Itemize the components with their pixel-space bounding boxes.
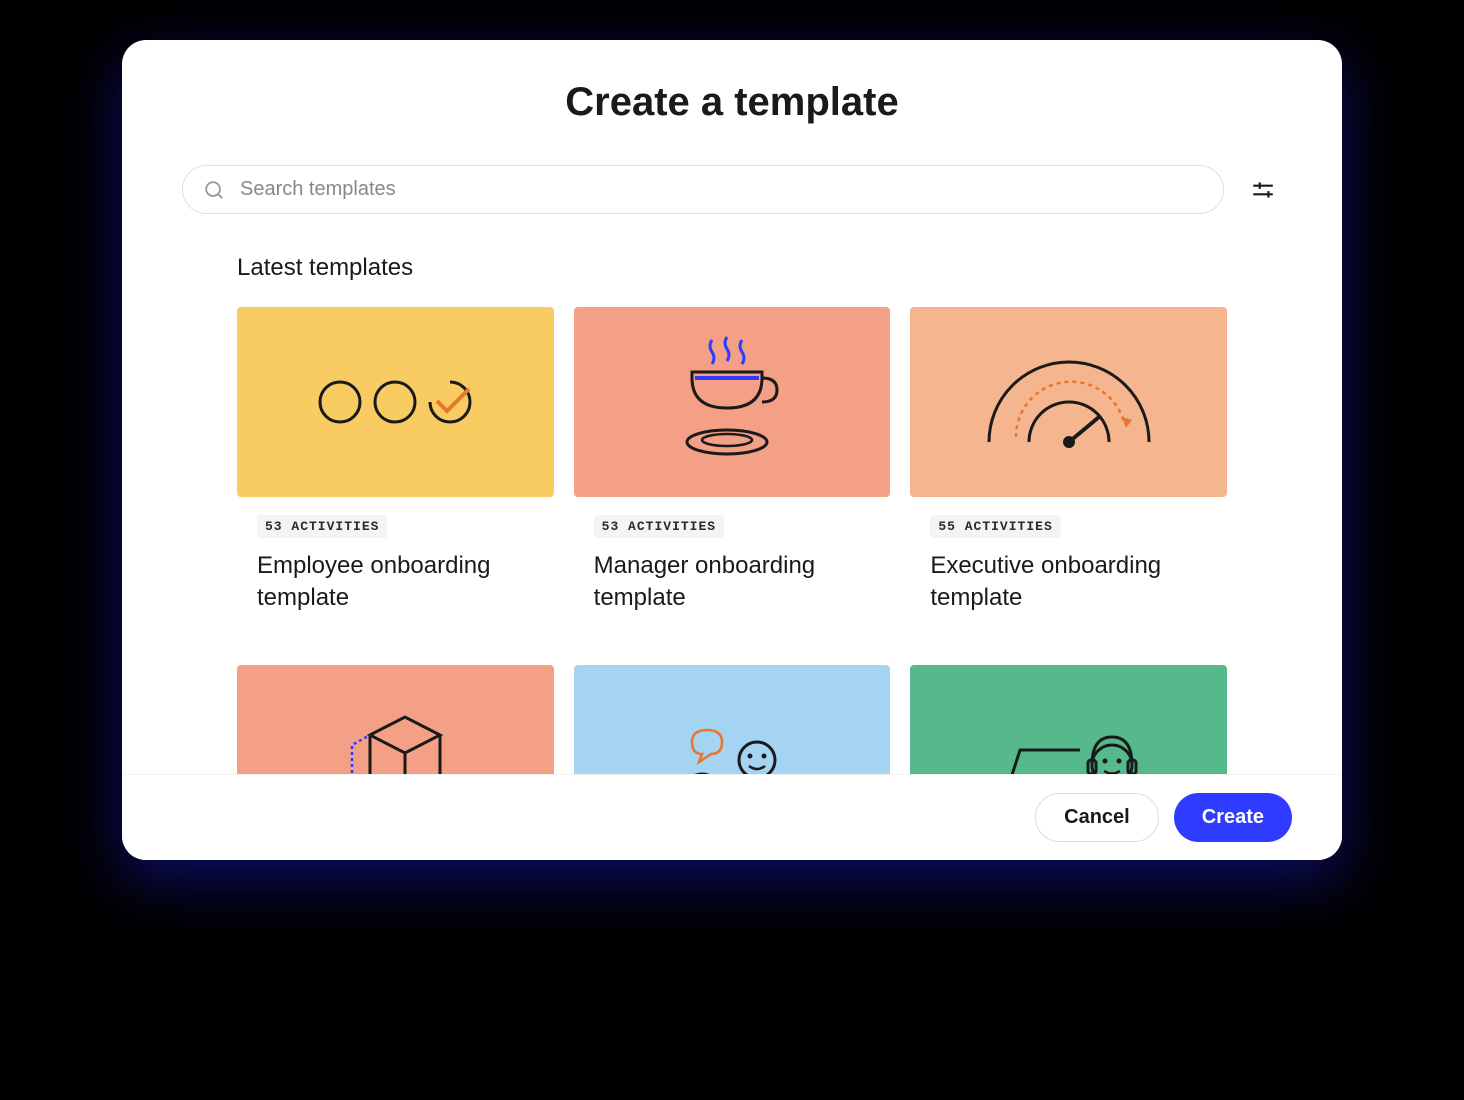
create-template-modal: Create a template Latest templates: [122, 40, 1342, 860]
template-card[interactable]: [910, 665, 1227, 774]
search-box[interactable]: [182, 165, 1224, 214]
laptop-support-icon: [984, 710, 1154, 774]
cancel-button[interactable]: Cancel: [1035, 793, 1159, 842]
template-card-executive-onboarding[interactable]: 55 ACTIVITIES Executive onboarding templ…: [910, 307, 1227, 645]
card-title: Executive onboarding template: [910, 550, 1227, 615]
template-grid: 53 ACTIVITIES Employee onboarding templa…: [237, 307, 1227, 774]
card-illustration: [574, 307, 891, 497]
card-illustration: [910, 665, 1227, 774]
template-card-manager-onboarding[interactable]: 53 ACTIVITIES Manager onboarding templat…: [574, 307, 891, 645]
circles-check-icon: [315, 377, 475, 427]
card-illustration: [237, 665, 554, 774]
search-row: [182, 165, 1282, 214]
filter-button[interactable]: [1244, 171, 1282, 209]
card-illustration: [574, 665, 891, 774]
activity-badge: 53 ACTIVITIES: [257, 515, 387, 538]
template-card-employee-onboarding[interactable]: 53 ACTIVITIES Employee onboarding templa…: [237, 307, 554, 645]
create-button[interactable]: Create: [1174, 793, 1292, 842]
page-title: Create a template: [182, 80, 1282, 125]
card-illustration: [237, 307, 554, 497]
gauge-icon: [974, 342, 1164, 462]
filter-icon: [1250, 177, 1276, 203]
section-heading: Latest templates: [237, 254, 1227, 282]
modal-footer: Cancel Create: [122, 774, 1342, 860]
activity-badge: 53 ACTIVITIES: [594, 515, 724, 538]
activity-badge: 55 ACTIVITIES: [930, 515, 1060, 538]
people-chat-icon: [662, 710, 802, 774]
search-input[interactable]: [240, 178, 1203, 201]
coffee-cup-icon: [677, 332, 787, 472]
template-card[interactable]: [237, 665, 554, 774]
card-title: Manager onboarding template: [574, 550, 891, 615]
card-title: Employee onboarding template: [237, 550, 554, 615]
template-card[interactable]: [574, 665, 891, 774]
cube-icon: [335, 705, 455, 774]
search-icon: [203, 179, 225, 201]
card-illustration: [910, 307, 1227, 497]
